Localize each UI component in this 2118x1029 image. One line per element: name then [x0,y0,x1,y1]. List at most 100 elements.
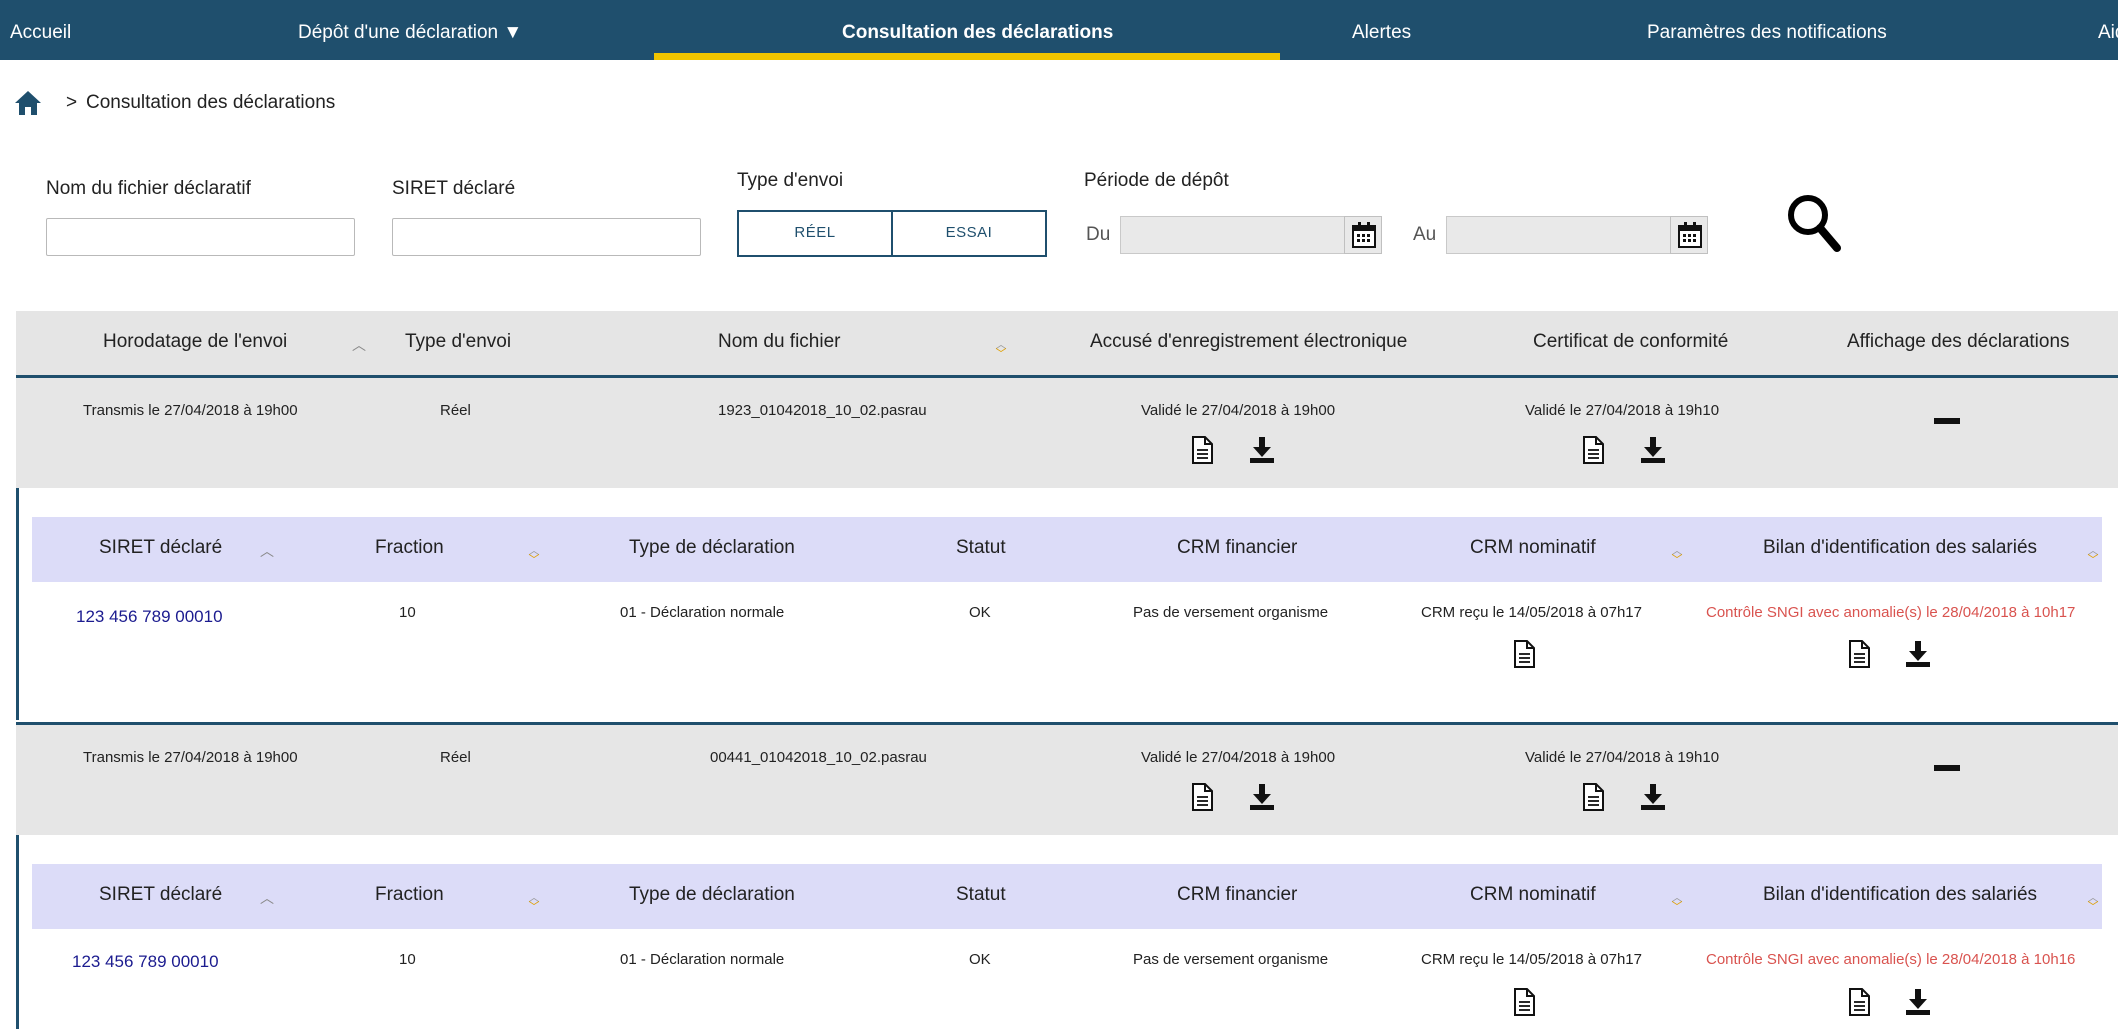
nav-parametres-notifications[interactable]: Paramètres des notifications [1647,0,1887,60]
period-from-label: Du [1086,224,1111,245]
nav-consultation[interactable]: Consultation des déclarations [842,0,1113,60]
detail-decl-type: 01 - Déclaration normale [620,951,785,968]
detail-fraction: 10 [399,604,416,621]
detail-crm-fin: Pas de versement organisme [1133,951,1329,968]
row-type: Réel [440,749,471,766]
row-ack: Validé le 27/04/2018 à 19h00 [1141,749,1336,766]
collapse-toggle-icon[interactable] [1934,765,1960,771]
document-icon[interactable] [1513,988,1535,1016]
col-horodatage[interactable]: Horodatage de l'envoi [103,331,287,353]
download-icon[interactable] [1905,640,1931,668]
row-type: Réel [440,402,471,419]
collapse-toggle-icon[interactable] [1934,418,1960,424]
detail-crm-nom: CRM reçu le 14/05/2018 à 07h17 [1421,951,1642,968]
siret-link[interactable]: 123 456 789 00010 [76,607,223,627]
sort-toggle-icon[interactable]: ︿ ﹀ [994,340,1008,360]
detail-bilan: Contrôle SNGI avec anomalie(s) le 28/04/… [1706,604,2076,621]
document-icon[interactable] [1848,988,1870,1016]
sort-toggle-icon[interactable]: ︿ ﹀ [1670,893,1684,913]
calendar-to-button[interactable] [1670,216,1708,254]
subcol-type-declaration: Type de déclaration [629,537,795,558]
breadcrumb-separator: > [66,92,78,113]
subcol-statut: Statut [956,537,1006,558]
detail-decl-type: 01 - Déclaration normale [620,604,785,621]
calendar-from-button[interactable] [1344,216,1382,254]
document-icon[interactable] [1513,640,1535,668]
breadcrumb-current: Consultation des déclarations [86,92,336,113]
detail-crm-fin: Pas de versement organisme [1133,604,1329,621]
document-icon[interactable] [1582,436,1604,464]
file-name-label: Nom du fichier déclaratif [46,178,251,199]
table-row: Transmis le 27/04/2018 à 19h00 Réel 0044… [16,725,2118,835]
col-accuse: Accusé d'enregistrement électronique [1090,331,1408,352]
detail-crm-nom: CRM reçu le 14/05/2018 à 07h17 [1421,604,1642,621]
detail-bilan: Contrôle SNGI avec anomalie(s) le 28/04/… [1706,951,2076,968]
detail-header: SIRET déclaré ︿ Fraction ︿ ﹀ Type de décl… [32,517,2102,582]
nav-depot-declaration[interactable]: Dépôt d'une déclaration ▼ [298,0,522,60]
send-type-essai-button[interactable]: ESSAI [891,210,1047,257]
nav-accueil[interactable]: Accueil [10,0,71,60]
calendar-icon [1677,221,1703,249]
row-file: 1923_01042018_10_02.pasrau [718,402,927,419]
table-header: Horodatage de l'envoi ︿ Type d'envoi Nom… [16,311,2118,376]
top-nav: Accueil Dépôt d'une déclaration ▼ Consul… [0,0,2118,60]
subcol-crm-financier: CRM financier [1177,537,1298,558]
siret-filter-label: SIRET déclaré [392,178,516,199]
subcol-fraction: Fraction [375,537,444,558]
siret-link[interactable]: 123 456 789 00010 [72,952,219,972]
subcol-bilan: Bilan d'identification des salariés [1763,537,2038,558]
sort-toggle-icon[interactable]: ︿ ﹀ [527,893,541,913]
search-icon[interactable] [1786,193,1842,253]
document-icon[interactable] [1582,783,1604,811]
sort-toggle-icon[interactable]: ︿ ﹀ [527,546,541,566]
send-type-label: Type d'envoi [737,170,844,191]
download-icon[interactable] [1640,436,1666,464]
detail-header: SIRET déclaré ︿ Fraction ︿ ﹀ Type de décl… [32,864,2102,929]
sort-up-icon[interactable]: ︿ [352,335,366,355]
download-icon[interactable] [1640,783,1666,811]
sort-up-icon[interactable]: ︿ [260,541,274,561]
nav-active-indicator [654,53,1280,60]
download-icon[interactable] [1905,988,1931,1016]
siret-filter-input[interactable] [392,218,701,256]
row-timestamp: Transmis le 27/04/2018 à 19h00 [83,402,298,419]
row-cert: Validé le 27/04/2018 à 19h10 [1525,402,1720,419]
calendar-icon [1351,221,1377,249]
send-type-reel-button[interactable]: RÉEL [737,210,893,257]
period-to-input[interactable] [1446,216,1672,254]
subcol-type-declaration: Type de déclaration [629,884,795,905]
subcol-crm-nominatif: CRM nominatif [1470,537,1596,558]
row-ack: Validé le 27/04/2018 à 19h00 [1141,402,1336,419]
detail-status: OK [969,951,991,968]
download-icon[interactable] [1249,436,1275,464]
document-icon[interactable] [1191,783,1213,811]
period-to-label: Au [1413,224,1437,245]
detail-status: OK [969,604,991,621]
row-cert: Validé le 27/04/2018 à 19h10 [1525,749,1720,766]
sort-up-icon[interactable]: ︿ [260,888,274,908]
file-name-input[interactable] [46,218,355,256]
document-icon[interactable] [1191,436,1213,464]
row-timestamp: Transmis le 27/04/2018 à 19h00 [83,749,298,766]
sort-toggle-icon[interactable]: ︿ ﹀ [2086,893,2100,913]
detail-border [16,488,19,720]
subcol-siret: SIRET déclaré [99,884,223,905]
subcol-crm-nominatif: CRM nominatif [1470,884,1596,905]
nav-alertes[interactable]: Alertes [1352,0,1411,60]
detail-fraction: 10 [399,951,416,968]
col-type-envoi: Type d'envoi [405,331,512,352]
subcol-crm-financier: CRM financier [1177,884,1298,905]
document-icon[interactable] [1848,640,1870,668]
col-certificat: Certificat de conformité [1533,331,1729,352]
subcol-bilan: Bilan d'identification des salariés [1763,884,2038,905]
sort-toggle-icon[interactable]: ︿ ﹀ [2086,546,2100,566]
nav-aide[interactable]: Aide [2098,0,2118,60]
period-label: Période de dépôt [1084,170,1229,191]
sort-toggle-icon[interactable]: ︿ ﹀ [1670,546,1684,566]
home-icon[interactable] [14,90,42,116]
period-from-input[interactable] [1120,216,1346,254]
download-icon[interactable] [1249,783,1275,811]
col-nom-fichier: Nom du fichier [718,331,841,352]
subcol-fraction: Fraction [375,884,444,905]
detail-border [16,835,19,1029]
